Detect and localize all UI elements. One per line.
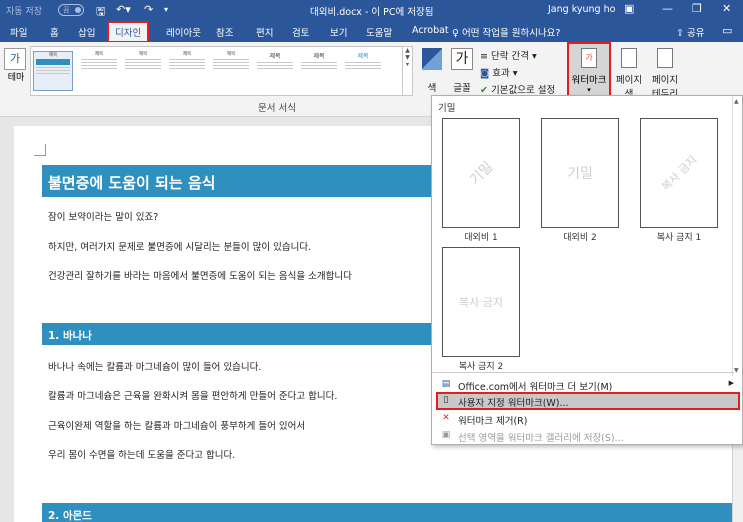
watermark-button[interactable]: 가 워터마크 ▾ (567, 42, 611, 102)
custom-watermark-item[interactable]: ▯ 사용자 지정 워터마크(W)... (436, 392, 740, 410)
submenu-arrow-icon: ▶ (728, 379, 734, 387)
document-title: 대외비.docx - 이 PC에 저장됨 (310, 7, 434, 18)
style-set-thumb[interactable]: 제목 (123, 51, 163, 91)
themes-button[interactable]: 가 테마 (4, 48, 28, 83)
watermark-dropdown: 기밀 ▲ ▼ 기밀 대외비 1 기밀 대외비 2 복사 금지 복사 금지 1 복… (431, 95, 743, 445)
paragraph[interactable]: 하지만, 여러가지 문제로 불면증에 시달리는 분들이 많이 있습니다. (48, 239, 311, 253)
margin-corner-mark (34, 144, 46, 156)
style-set-thumb[interactable]: 제목 (211, 51, 251, 91)
style-set-thumb[interactable]: 제목 (167, 51, 207, 91)
watermark-label: 대외비 2 (563, 233, 597, 243)
colors-label: 색 (427, 83, 437, 94)
tab-mailings[interactable]: 편지 (256, 25, 273, 39)
ribbon-display-options-icon[interactable]: ▣ (624, 2, 634, 15)
watermark-label: 복사 금지 1 (656, 233, 702, 243)
office-icon: ▤ (441, 379, 451, 389)
paragraph[interactable]: 잠이 보약이라는 말이 있죠? (48, 209, 158, 223)
colors-icon (422, 48, 442, 70)
paragraph-spacing-button[interactable]: ≡ 단락 간격 ▾ (480, 48, 537, 62)
menu-divider (432, 372, 734, 373)
remove-watermark-item[interactable]: ✕ 워터마크 제거(R) (436, 410, 740, 428)
paragraph[interactable]: 우리 몸이 수면을 하는데 도움을 준다고 합니다. (48, 447, 235, 461)
page-color-icon (621, 48, 637, 68)
undo-icon[interactable]: ↶▾ (116, 3, 131, 16)
set-as-default-button[interactable]: ✔ 기본값으로 설정 (480, 82, 555, 96)
share-button[interactable]: ⇪ 공유 (676, 25, 704, 39)
style-set-thumb[interactable]: 제목 (33, 51, 73, 91)
watermark-tile-do-not-copy-1[interactable]: 복사 금지 (640, 118, 718, 228)
document-formatting-gallery: 제목 제목 제목 제목 제목 제목 제목 제목 ▲ ▼ ▾ (30, 46, 413, 96)
remove-watermark-icon: ✕ (442, 413, 450, 423)
tab-design[interactable]: 디자인 (106, 21, 150, 43)
tell-me-search[interactable]: ♀ 어떤 작업을 원하시나요? (452, 25, 560, 39)
save-to-gallery-icon: ▣ (441, 430, 451, 440)
watermark-tile-confidential-1[interactable]: 기밀 (442, 118, 520, 228)
paragraph[interactable]: 근육이완제 역할을 하는 칼륨과 마그네슘이 풍부하게 들어 있어서 (48, 418, 305, 432)
document-icon: ▯ (443, 395, 449, 405)
watermark-icon: 가 (581, 48, 597, 68)
autosave-toggle[interactable]: 끔 (58, 4, 84, 16)
chevron-down-icon: ▾ (587, 86, 591, 94)
user-name[interactable]: Jang kyung ho (548, 4, 615, 15)
group-label-document-formatting: 문서 서식 (258, 103, 296, 114)
close-icon[interactable]: ✕ (722, 2, 731, 15)
watermark-tile-do-not-copy-2[interactable]: 복사 금지 (442, 247, 520, 357)
comments-icon[interactable]: ▭ (722, 24, 732, 37)
tab-insert[interactable]: 삽입 (78, 25, 95, 39)
watermark-tile-confidential-2[interactable]: 기밀 (541, 118, 619, 228)
redo-icon[interactable]: ↷ (144, 3, 153, 16)
save-selection-to-gallery-item[interactable]: ▣ 선택 영역을 워터마크 갤러리에 저장(S)... (436, 427, 740, 445)
fonts-icon: 가 (451, 48, 473, 70)
section-heading[interactable]: 2. 아몬드 (42, 503, 742, 522)
tab-references[interactable]: 참조 (216, 25, 233, 39)
dropdown-scrollbar[interactable]: ▲ ▼ (732, 96, 742, 376)
fonts-label: 글꼴 (453, 83, 471, 94)
minimize-icon[interactable]: — (662, 2, 673, 15)
page-color-button[interactable]: 페이지 색 (612, 48, 646, 100)
style-set-thumb[interactable]: 제목 (299, 51, 339, 91)
lightbulb-icon: ♀ (452, 28, 462, 39)
watermark-label: 복사 금지 2 (458, 362, 504, 372)
style-set-thumb[interactable]: 제목 (79, 51, 119, 91)
restore-icon[interactable]: ❐ (692, 2, 702, 15)
watermark-label: 대외비 1 (464, 233, 498, 243)
watermark-label: 워터마크 (571, 75, 607, 86)
tab-view[interactable]: 보기 (330, 25, 347, 39)
effects-button[interactable]: ◙ 효과 ▾ (480, 65, 518, 79)
tab-layout[interactable]: 레이아웃 (166, 25, 201, 39)
paragraph-spacing-icon: ≡ (480, 51, 491, 62)
paragraph[interactable]: 건강관리 잘하기를 바라는 마음에서 불면증에 도움이 되는 음식을 소개합니다 (48, 268, 352, 282)
autosave-label: 자동 저장 (6, 7, 42, 17)
page-borders-button[interactable]: 페이지 테두리 (648, 48, 682, 100)
ribbon-tabs: 파일 홈 삽입 디자인 레이아웃 참조 편지 검토 보기 도움말 Acrobat… (0, 20, 743, 43)
gallery-category-header: 기밀 (438, 103, 456, 114)
themes-icon: 가 (4, 48, 26, 70)
style-set-thumb[interactable]: 제목 (343, 51, 383, 91)
paragraph[interactable]: 칼륨과 마그네슘은 근육을 완화시켜 몸을 편안하게 만들어 준다고 합니다. (48, 388, 337, 402)
scroll-down-icon[interactable]: ▼ (734, 367, 739, 374)
tab-home[interactable]: 홈 (50, 25, 59, 39)
fonts-button[interactable]: 가 글꼴 (448, 48, 476, 94)
share-icon: ⇪ (676, 28, 687, 39)
customize-quick-access-icon[interactable]: ▾ (164, 5, 168, 14)
scroll-up-icon[interactable]: ▲ (734, 98, 739, 105)
themes-label: 테마 (7, 73, 25, 83)
tab-help[interactable]: 도움말 (366, 25, 392, 39)
style-set-thumb[interactable]: 제목 (255, 51, 295, 91)
tab-review[interactable]: 검토 (292, 25, 309, 39)
title-bar: 자동 저장 끔 🖫 ↶▾ ↷ ▾ 대외비.docx - 이 PC에 저장됨 Ja… (0, 0, 743, 20)
tab-file[interactable]: 파일 (10, 25, 27, 39)
colors-button[interactable]: 색 (418, 48, 446, 94)
page-borders-icon (657, 48, 673, 68)
effects-icon: ◙ (480, 68, 493, 79)
tab-acrobat[interactable]: Acrobat (412, 25, 449, 36)
paragraph[interactable]: 바나나 속에는 칼륨과 마그네슘이 많이 들어 있습니다. (48, 359, 261, 373)
gallery-scroll[interactable]: ▲ ▼ ▾ (402, 47, 412, 95)
